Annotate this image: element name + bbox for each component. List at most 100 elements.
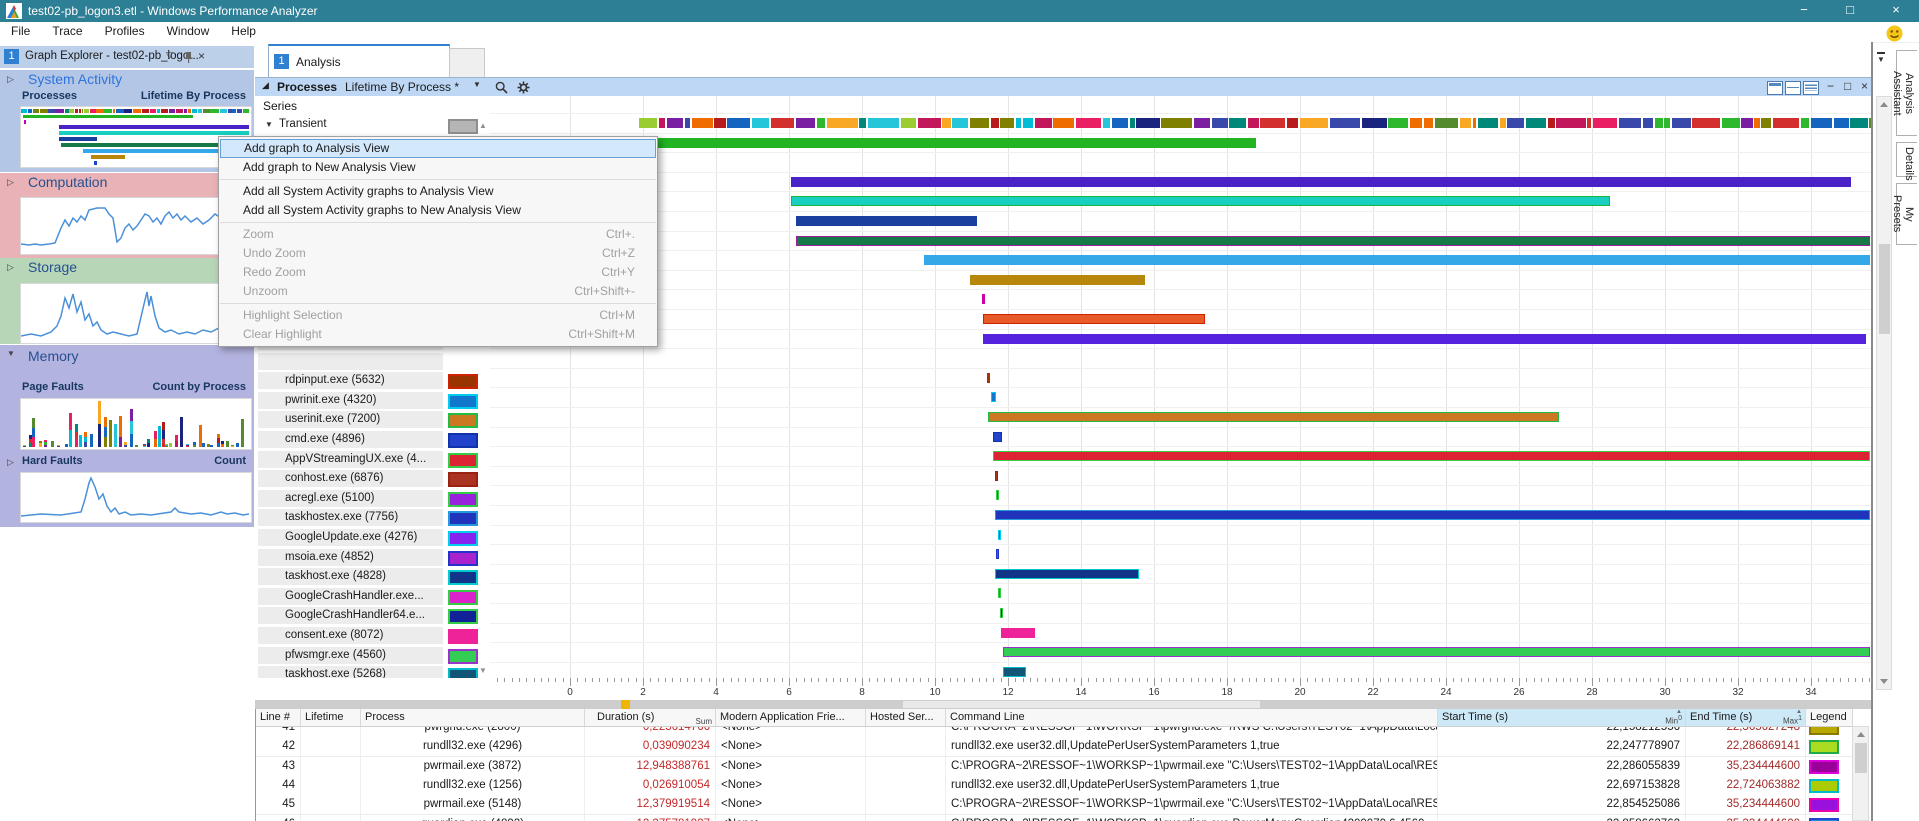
series-row[interactable]: taskhost.exe (4828)	[258, 568, 443, 585]
gantt-bar[interactable]	[993, 432, 1002, 442]
cell-hosted[interactable]	[866, 815, 946, 821]
transient-segment[interactable]	[1000, 118, 1014, 128]
menu-help[interactable]: Help	[220, 22, 267, 42]
cell-start[interactable]: 22,697153828	[1438, 776, 1686, 795]
section-title[interactable]: System Activity	[28, 71, 122, 87]
chart-vertical-scrollbar[interactable]	[1876, 96, 1892, 690]
menu-window[interactable]: Window	[156, 22, 221, 42]
gantt-bar[interactable]	[982, 294, 985, 304]
gantt-bar[interactable]	[998, 530, 1001, 540]
cell-process[interactable]: pwrgrid.exe (2800)	[361, 726, 585, 737]
cell-legend[interactable]	[1806, 776, 1853, 795]
transient-segment[interactable]	[1473, 118, 1477, 128]
cell-line[interactable]: 46	[256, 815, 301, 821]
series-row[interactable]: cmd.exe (4896)	[258, 431, 443, 448]
series-row[interactable]: pfwsmgr.exe (4560)	[258, 647, 443, 664]
transient-segment[interactable]	[859, 118, 866, 128]
transient-segment[interactable]	[1643, 118, 1653, 128]
transient-segment[interactable]	[692, 118, 713, 128]
cell-line[interactable]: 41	[256, 726, 301, 737]
cell-hosted[interactable]	[866, 776, 946, 795]
transient-segment[interactable]	[1136, 118, 1159, 128]
cell-process[interactable]: rundll32.exe (1256)	[361, 776, 585, 795]
cell-cmd[interactable]: rundll32.exe user32.dll,UpdatePerUserSys…	[946, 737, 1438, 756]
section-memory[interactable]: ▼ Memory Page Faults Count by Process ▷ …	[0, 345, 254, 527]
menu-item-redo-zoom[interactable]: Redo ZoomCtrl+Y	[219, 263, 657, 282]
column-header-modern[interactable]: Modern Application Frie...	[716, 709, 866, 726]
transient-segment[interactable]	[1300, 118, 1328, 128]
cell-cmd[interactable]: C:\PROGRA~2\RESSOF~1\WORKSP~1\pwrgrid.ex…	[946, 726, 1438, 737]
column-header-process[interactable]: Process	[361, 709, 585, 726]
cell-process[interactable]: rundll32.exe (4296)	[361, 737, 585, 756]
cell-cmd[interactable]: C:\PROGRA~2\RESSOF~1\WORKSP~1\guardian.e…	[946, 815, 1438, 821]
transient-segment[interactable]	[1811, 118, 1833, 128]
gear-icon[interactable]	[517, 81, 530, 94]
transient-segment[interactable]	[771, 118, 794, 128]
tab-analysis-assistant[interactable]: Analysis Assistant	[1896, 50, 1917, 136]
gantt-bar[interactable]	[983, 314, 1206, 324]
transient-segment[interactable]	[659, 118, 666, 128]
cell-hosted[interactable]	[866, 726, 946, 737]
column-header-legend[interactable]: Legend	[1806, 709, 1853, 726]
transient-segment[interactable]	[1548, 118, 1555, 128]
view-table-only-icon[interactable]	[1803, 81, 1819, 95]
section-title[interactable]: Computation	[28, 174, 107, 190]
transient-segment[interactable]	[1850, 118, 1867, 128]
cell-modern[interactable]: <None>	[716, 815, 866, 821]
scroll-down-icon[interactable]: ▼	[479, 666, 487, 675]
gantt-bar[interactable]	[996, 490, 999, 500]
section-system-activity[interactable]: ▷ System Activity Processes Lifetime By …	[0, 70, 254, 172]
transient-segment[interactable]	[817, 118, 826, 128]
gantt-bar[interactable]	[1001, 628, 1036, 638]
transient-segment[interactable]	[752, 118, 770, 128]
transient-segment[interactable]	[1664, 118, 1670, 128]
menu-item-add-graph-to-analysis-view[interactable]: Add graph to Analysis View	[220, 139, 656, 158]
series-row[interactable]: pwrinit.exe (4320)	[258, 392, 443, 409]
page-faults-thumbnail[interactable]	[20, 398, 252, 450]
cell-lifetime[interactable]	[301, 737, 361, 756]
transient-segment[interactable]	[727, 118, 750, 128]
gantt-bar[interactable]	[995, 569, 1139, 579]
transient-segment[interactable]	[1672, 118, 1691, 128]
column-header-line[interactable]: Line #	[256, 709, 301, 726]
menu-item-add-all-system-activity-graphs-to-analysis-view[interactable]: Add all System Activity graphs to Analys…	[219, 182, 657, 201]
transient-segment[interactable]	[1410, 118, 1423, 128]
transient-segment[interactable]	[827, 118, 858, 128]
transient-segment[interactable]	[1330, 118, 1360, 128]
table-row[interactable]: 45pwrmail.exe (5148)12,379919514<None>C:…	[256, 795, 1853, 815]
cell-legend[interactable]	[1806, 815, 1853, 821]
gantt-bar[interactable]	[924, 255, 1870, 265]
series-row[interactable]: msoia.exe (4852)	[258, 549, 443, 566]
series-row[interactable]: acregl.exe (5100)	[258, 490, 443, 507]
menu-item-highlight-selection[interactable]: Highlight SelectionCtrl+M	[219, 306, 657, 325]
cell-lifetime[interactable]	[301, 795, 361, 814]
transient-segment[interactable]	[1212, 118, 1228, 128]
transient-segment[interactable]	[868, 118, 899, 128]
cell-end[interactable]: 22,365627248	[1686, 726, 1806, 737]
series-row[interactable]: GoogleCrashHandler64.e...	[258, 607, 443, 624]
cell-hosted[interactable]	[866, 737, 946, 756]
cell-cmd[interactable]: C:\PROGRA~2\RESSOF~1\WORKSP~1\pwrmail.ex…	[946, 795, 1438, 814]
cell-modern[interactable]: <None>	[716, 726, 866, 737]
graph-maximize-icon[interactable]: □	[1844, 79, 1851, 93]
gantt-bar[interactable]	[1003, 647, 1871, 657]
gantt-bar[interactable]	[796, 216, 977, 226]
section-title[interactable]: Storage	[28, 259, 77, 275]
series-row[interactable]: conhost.exe (6876)	[258, 470, 443, 487]
scroll-down-icon[interactable]	[1880, 679, 1888, 684]
transient-segment[interactable]	[1248, 118, 1259, 128]
transient-segment[interactable]	[1435, 118, 1458, 128]
cell-cmd[interactable]: rundll32.exe user32.dll,UpdatePerUserSys…	[946, 776, 1438, 795]
cell-lifetime[interactable]	[301, 815, 361, 821]
cell-modern[interactable]: <None>	[716, 737, 866, 756]
cell-duration[interactable]: 12,379919514	[593, 795, 716, 814]
transient-segment[interactable]	[1161, 118, 1192, 128]
transient-segment[interactable]	[1229, 118, 1246, 128]
menu-profiles[interactable]: Profiles	[94, 22, 156, 42]
gantt-bar[interactable]	[987, 373, 990, 383]
cell-hosted[interactable]	[866, 757, 946, 776]
cell-start[interactable]: 22,854525086	[1438, 795, 1686, 814]
transient-segment[interactable]	[1773, 118, 1800, 128]
cell-hosted[interactable]	[866, 795, 946, 814]
cell-process[interactable]: pwrmail.exe (3872)	[361, 757, 585, 776]
